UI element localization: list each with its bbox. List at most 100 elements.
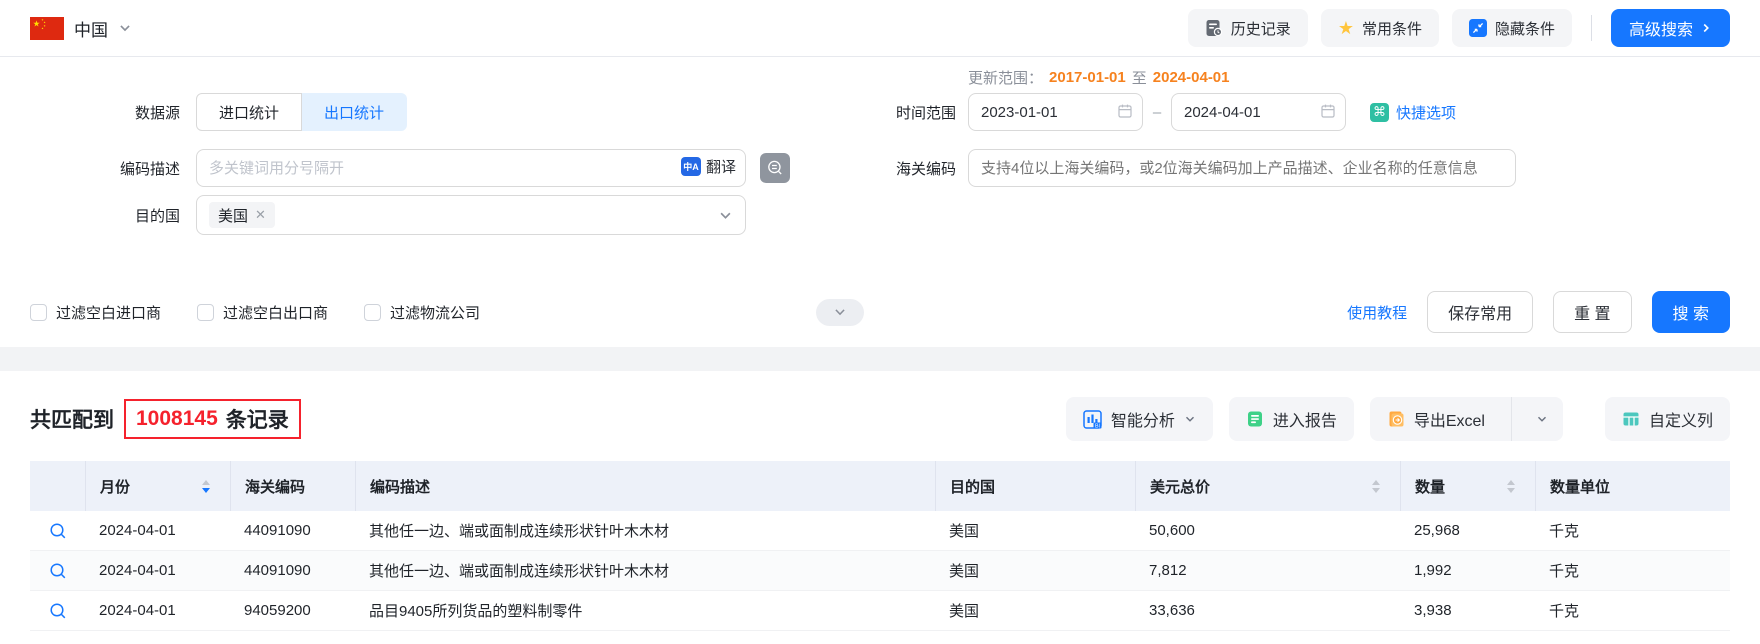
reset-button[interactable]: 重 置 — [1553, 291, 1632, 333]
table-row: 2024-04-01 94059200 品目9405所列货品的塑料制零件 美国 … — [30, 591, 1730, 631]
divider — [1510, 397, 1512, 441]
destination-tag-label: 美国 — [218, 207, 249, 225]
china-flag-icon — [30, 16, 64, 40]
favorites-button[interactable]: ★ 常用条件 — [1320, 9, 1439, 47]
cell-desc: 其他任一边、端或面制成连续形状针叶木木材 — [369, 523, 670, 540]
cell-quantity: 3,938 — [1414, 602, 1452, 619]
date-to-field — [1171, 93, 1346, 131]
tab-export-stats[interactable]: 出口统计 — [302, 93, 408, 131]
filter-label: 过滤物流公司 — [390, 304, 481, 322]
expand-more-button[interactable] — [816, 298, 865, 326]
results-bar: 共匹配到 1008145 条记录 BI 智能分析 进入报告 导出Excel 自定… — [0, 371, 1760, 461]
divider — [1590, 15, 1592, 41]
hs-code-input[interactable] — [968, 149, 1516, 187]
chevron-down-icon — [1184, 413, 1196, 425]
top-bar: 中国 历史记录 ★ 常用条件 隐藏条件 高级搜索 — [0, 0, 1760, 57]
checkbox[interactable] — [364, 303, 382, 321]
hide-conditions-button[interactable]: 隐藏条件 — [1451, 9, 1572, 47]
results-table: 月份 海关编码 编码描述 目的国 美元总价 数量 数量单位 2024-04-01… — [30, 461, 1730, 631]
smart-analysis-button[interactable]: BI 智能分析 — [1065, 397, 1213, 441]
match-prefix: 共匹配到 — [30, 409, 114, 432]
header-label: 海关编码 — [245, 478, 306, 496]
export-excel-button[interactable]: 导出Excel — [1370, 397, 1502, 441]
header-label: 编码描述 — [370, 478, 431, 496]
cell-month: 2024-04-01 — [99, 562, 176, 579]
hs-code-label: 海关编码 — [895, 160, 956, 178]
search-icon — [49, 522, 67, 540]
code-desc-input[interactable] — [196, 149, 746, 187]
search-icon — [49, 562, 67, 580]
code-desc-field: 中A 翻译 — [196, 149, 746, 187]
history-button[interactable]: 历史记录 — [1187, 9, 1308, 47]
quick-options-button[interactable]: ⌘ 快捷选项 — [1370, 102, 1456, 123]
cell-desc: 品目9405所列货品的塑料制零件 — [369, 603, 583, 620]
table-header: 月份 海关编码 编码描述 目的国 美元总价 数量 数量单位 — [30, 461, 1730, 511]
bi-analysis-icon: BI — [1083, 409, 1102, 429]
custom-columns-label: 自定义列 — [1648, 413, 1713, 430]
sort-control[interactable] — [1372, 479, 1380, 493]
top-bar-actions: 历史记录 ★ 常用条件 隐藏条件 高级搜索 — [1187, 9, 1730, 47]
match-count-number: 1008145 — [136, 407, 218, 430]
history-icon — [1205, 19, 1223, 37]
update-range-from: 2017-01-01 — [1049, 68, 1126, 86]
table-header-hs-code: 海关编码 — [230, 461, 355, 511]
calendar-icon[interactable] — [1117, 103, 1133, 119]
row-detail-button[interactable] — [49, 602, 67, 620]
tutorial-link[interactable]: 使用教程 — [1347, 302, 1407, 323]
history-label: 历史记录 — [1230, 20, 1291, 38]
destination-tag: 美国 ✕ — [209, 202, 275, 228]
sort-control[interactable] — [1507, 479, 1515, 493]
quick-options-label: 快捷选项 — [1396, 104, 1457, 122]
header-label: 数量单位 — [1550, 478, 1611, 496]
table-header-desc: 编码描述 — [355, 461, 935, 511]
filter-blank-exporter[interactable]: 过滤空白出口商 — [197, 302, 328, 323]
filter-logistics[interactable]: 过滤物流公司 — [364, 302, 480, 323]
remove-tag-icon[interactable]: ✕ — [255, 207, 266, 223]
chevron-down-icon — [1536, 413, 1548, 425]
sort-control[interactable] — [202, 479, 210, 493]
row-detail-button[interactable] — [49, 562, 67, 580]
tab-import-stats[interactable]: 进口统计 — [196, 93, 303, 131]
section-divider — [0, 347, 1760, 371]
hs-code-field — [968, 149, 1516, 187]
cell-destination: 美国 — [949, 523, 980, 540]
cell-unit: 千克 — [1549, 603, 1580, 620]
form-actions: 使用教程 保存常用 重 置 搜 索 — [1347, 291, 1730, 333]
cell-usd-total: 33,636 — [1149, 602, 1195, 619]
update-range-to: 2024-04-01 — [1152, 68, 1230, 86]
columns-icon — [1622, 410, 1640, 428]
match-mode-button[interactable] — [760, 153, 790, 183]
cell-quantity: 25,968 — [1414, 522, 1460, 539]
search-button[interactable]: 搜 索 — [1651, 291, 1730, 333]
filter-blank-importer[interactable]: 过滤空白进口商 — [30, 302, 161, 323]
chevron-down-icon — [718, 208, 733, 223]
export-excel-label: 导出Excel — [1413, 413, 1485, 430]
smart-analysis-label: 智能分析 — [1110, 413, 1175, 430]
translate-label: 翻译 — [705, 159, 736, 176]
destination-select[interactable]: 美国 ✕ — [196, 195, 746, 235]
svg-text:BI: BI — [1095, 423, 1100, 429]
country-selector[interactable]: 中国 — [30, 16, 132, 41]
update-range-label: 更新范围： — [968, 69, 1044, 87]
enter-report-button[interactable]: 进入报告 — [1228, 397, 1354, 441]
destination-label: 目的国 — [134, 207, 180, 225]
checkbox[interactable] — [30, 303, 47, 321]
save-conditions-button[interactable]: 保存常用 — [1427, 291, 1534, 333]
report-icon — [1246, 410, 1264, 428]
row-detail-button[interactable] — [49, 522, 67, 540]
date-range-dash: – — [1152, 103, 1162, 121]
filter-row: 过滤空白进口商 过滤空白出口商 过滤物流公司 使用教程 保存常用 重 置 搜 索 — [30, 291, 1730, 333]
favorites-label: 常用条件 — [1361, 20, 1422, 38]
calendar-icon[interactable] — [1320, 103, 1336, 119]
star-icon: ★ — [1337, 18, 1354, 38]
advanced-search-button[interactable]: 高级搜索 — [1610, 9, 1730, 47]
export-options-button[interactable] — [1521, 397, 1563, 441]
cell-hs-code: 44091090 — [244, 522, 311, 539]
datasource-label: 数据源 — [134, 104, 180, 122]
checkbox[interactable] — [197, 303, 215, 321]
custom-columns-button[interactable]: 自定义列 — [1604, 397, 1730, 441]
cell-usd-total: 7,812 — [1149, 562, 1187, 579]
table-header-unit: 数量单位 — [1535, 461, 1730, 511]
cell-destination: 美国 — [949, 563, 980, 580]
translate-button[interactable]: 中A 翻译 — [680, 156, 736, 177]
